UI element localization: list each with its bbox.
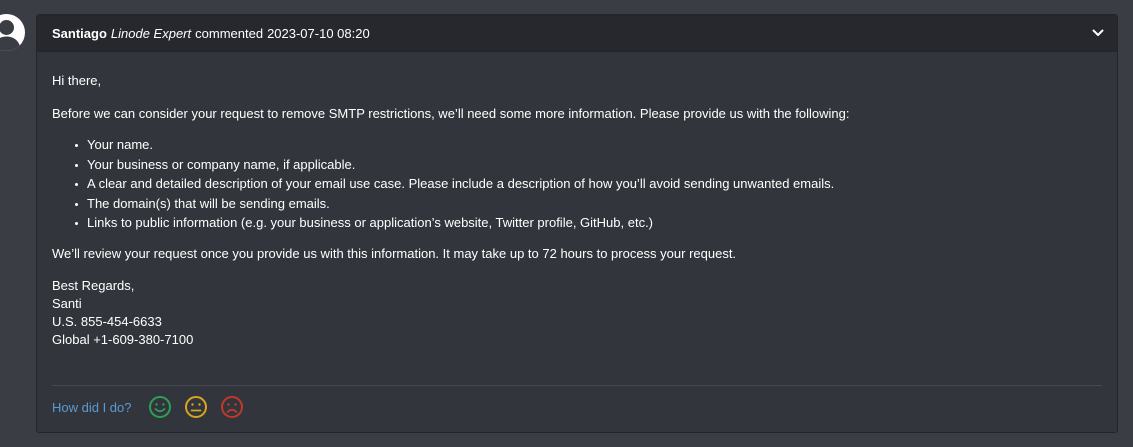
comment-body: Hi there, Before we can consider your re… bbox=[37, 52, 1117, 349]
comment-author: Santiago bbox=[52, 25, 107, 41]
sad-face-icon[interactable] bbox=[220, 395, 244, 419]
review-note: We’ll review your request once you provi… bbox=[52, 245, 737, 261]
author-role: Linode Expert bbox=[110, 25, 192, 41]
rating-bar: How did I do? bbox=[52, 395, 256, 419]
comment-timestamp: 2023-07-10 08:20 bbox=[267, 25, 370, 41]
rating-prompt-link[interactable]: How did I do? bbox=[52, 400, 132, 415]
signature-name: Santi bbox=[52, 295, 82, 311]
happy-face-icon[interactable] bbox=[148, 395, 172, 419]
list-item: Links to public information (e.g. your b… bbox=[74, 213, 1102, 233]
list-item: Your business or company name, if applic… bbox=[74, 155, 1102, 175]
signature-global-phone: Global +1-609-380-7100 bbox=[52, 331, 194, 347]
requirements-list: Your name. Your business or company name… bbox=[52, 135, 1102, 233]
comment-intro: Before we can consider your request to r… bbox=[52, 106, 850, 121]
user-avatar-icon bbox=[0, 14, 25, 51]
comment-header: Santiago Linode Expert commented 2023-07… bbox=[37, 15, 1117, 52]
rating-divider bbox=[52, 385, 1102, 386]
ticket-comment-page: Santiago Linode Expert commented 2023-07… bbox=[0, 0, 1133, 447]
signature-closing: Best Regards, bbox=[52, 277, 135, 293]
chevron-down-icon[interactable] bbox=[1091, 26, 1105, 40]
comment-action: commented bbox=[195, 25, 264, 41]
comment-card: Santiago Linode Expert commented 2023-07… bbox=[36, 14, 1118, 433]
list-item: Your name. bbox=[74, 135, 1102, 155]
signature-us-phone: U.S. 855-454-6633 bbox=[52, 313, 162, 329]
neutral-face-icon[interactable] bbox=[184, 395, 208, 419]
list-item: The domain(s) that will be sending email… bbox=[74, 194, 1102, 214]
signature: Best Regards, Santi U.S. 855-454-6633 Gl… bbox=[52, 277, 1102, 349]
comment-greeting: Hi there, bbox=[52, 73, 102, 88]
list-item: A clear and detailed description of your… bbox=[74, 174, 1102, 194]
